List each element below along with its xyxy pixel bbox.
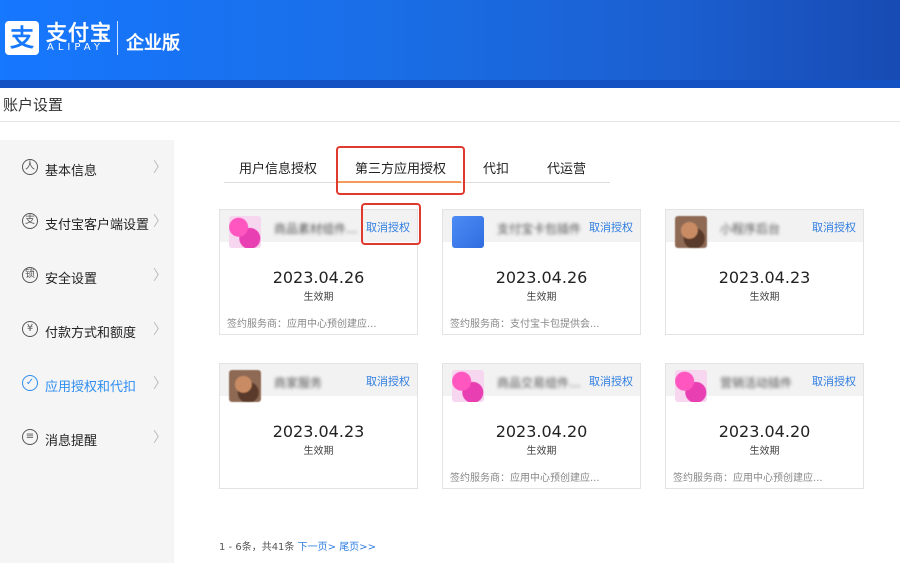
sidebar-item-label: 付款方式和额度 — [45, 326, 137, 341]
app-avatar — [452, 370, 484, 402]
tab-operation-agent[interactable]: 代运营 — [547, 158, 586, 177]
sidebar: 人 基本信息 〉 支 支付宝客户端设置 〉 锁 安全设置 〉 ¥ 付款方式和额度… — [0, 140, 174, 563]
chevron-right-icon: 〉 — [153, 376, 167, 392]
effective-date: 2023.04.26 — [272, 268, 365, 287]
sidebar-item-label: 支付宝客户端设置 — [45, 218, 150, 233]
effective-label: 生效期 — [749, 292, 780, 303]
chevron-right-icon: 〉 — [153, 430, 167, 446]
yen-icon: ¥ — [22, 321, 38, 337]
revoke-authorization-link[interactable]: 取消授权 — [589, 219, 633, 235]
app-name: 小程序后台 — [720, 222, 781, 236]
chevron-right-icon: 〉 — [153, 214, 167, 230]
sidebar-item-label: 基本信息 — [45, 164, 98, 179]
effective-date: 2023.04.20 — [495, 422, 588, 441]
check-circle-icon: ✓ — [22, 375, 38, 391]
effective-date: 2023.04.20 — [718, 422, 811, 441]
lock-icon: 锁 — [22, 267, 38, 283]
header-bottom-bar — [0, 80, 900, 88]
sidebar-item-payment[interactable]: ¥ 付款方式和额度 〉 — [0, 311, 174, 351]
sidebar-item-label: 应用授权和代扣 — [45, 380, 137, 395]
last-page-link[interactable]: 尾页>> — [339, 542, 376, 553]
app-name: 商品交易组件... — [497, 376, 581, 390]
effective-label: 生效期 — [526, 292, 557, 303]
title-divider — [0, 121, 900, 122]
effective-date: 2023.04.23 — [272, 422, 365, 441]
service-provider: 签约服务商：应用中心预创建应... — [227, 319, 377, 330]
app-name: 营销活动插件 — [720, 376, 793, 390]
effective-date: 2023.04.23 — [718, 268, 811, 287]
effective-label: 生效期 — [303, 446, 334, 457]
effective-label: 生效期 — [749, 446, 780, 457]
page-title: 账户设置 — [3, 96, 64, 114]
edition-label: 企业版 — [126, 33, 180, 54]
next-page-link[interactable]: 下一页> — [298, 542, 336, 553]
app-avatar — [675, 216, 707, 248]
authorization-card: 商家服务 取消授权 2023.04.23 生效期 — [219, 363, 418, 489]
sidebar-item-client-settings[interactable]: 支 支付宝客户端设置 〉 — [0, 203, 174, 243]
app-name: 商家服务 — [274, 376, 323, 390]
sidebar-item-app-authorization[interactable]: ✓ 应用授权和代扣 〉 — [0, 365, 174, 405]
effective-label: 生效期 — [526, 446, 557, 457]
app-avatar — [452, 216, 484, 248]
sidebar-item-basic-info[interactable]: 人 基本信息 〉 — [0, 149, 174, 189]
sidebar-item-security[interactable]: 锁 安全设置 〉 — [0, 257, 174, 297]
effective-label: 生效期 — [303, 292, 334, 303]
app-avatar — [229, 370, 261, 402]
tab-user-info-authorization[interactable]: 用户信息授权 — [239, 158, 317, 177]
app-avatar — [229, 216, 261, 248]
app-name: 支付宝卡包插件 — [497, 222, 582, 236]
authorization-card: 营销活动插件 取消授权 2023.04.20 生效期 签约服务商：应用中心预创建… — [665, 363, 864, 489]
chevron-right-icon: 〉 — [153, 160, 167, 176]
sidebar-item-label: 消息提醒 — [45, 434, 98, 449]
effective-date: 2023.04.26 — [495, 268, 588, 287]
user-icon: 人 — [22, 159, 38, 175]
authorization-card: 商品交易组件... 取消授权 2023.04.20 生效期 签约服务商：应用中心… — [442, 363, 641, 489]
logo-divider — [117, 21, 118, 55]
service-provider: 签约服务商：应用中心预创建应... — [450, 473, 600, 484]
sidebar-item-notifications[interactable]: ≡ 消息提醒 〉 — [0, 419, 174, 459]
pagination-summary: 1 - 6条，共41条 — [219, 542, 295, 553]
logo-text-en: ALIPAY — [47, 42, 104, 53]
alipay-icon: 支 — [22, 213, 38, 229]
service-provider: 签约服务商：支付宝卡包提供会... — [450, 319, 600, 330]
pagination: 1 - 6条，共41条 下一页> 尾页>> — [219, 538, 376, 553]
annotation-highlight-revoke — [361, 203, 421, 245]
chevron-right-icon: 〉 — [153, 322, 167, 338]
app-name: 商品素材组件... — [274, 222, 358, 236]
message-icon: ≡ — [22, 429, 38, 445]
revoke-authorization-link[interactable]: 取消授权 — [812, 373, 856, 389]
alipay-logo-icon[interactable]: 支 — [5, 21, 39, 55]
authorization-card: 支付宝卡包插件 取消授权 2023.04.26 生效期 签约服务商：支付宝卡包提… — [442, 209, 641, 335]
revoke-authorization-link[interactable]: 取消授权 — [812, 219, 856, 235]
sidebar-item-label: 安全设置 — [45, 272, 98, 287]
revoke-authorization-link[interactable]: 取消授权 — [366, 373, 410, 389]
logo-glyph: 支 — [10, 23, 34, 52]
service-provider: 签约服务商：应用中心预创建应... — [673, 473, 823, 484]
tab-withholding[interactable]: 代扣 — [483, 158, 509, 177]
authorization-card: 小程序后台 取消授权 2023.04.23 生效期 — [665, 209, 864, 335]
revoke-authorization-link[interactable]: 取消授权 — [589, 373, 633, 389]
app-avatar — [675, 370, 707, 402]
annotation-highlight-tab — [336, 146, 465, 195]
chevron-right-icon: 〉 — [153, 268, 167, 284]
